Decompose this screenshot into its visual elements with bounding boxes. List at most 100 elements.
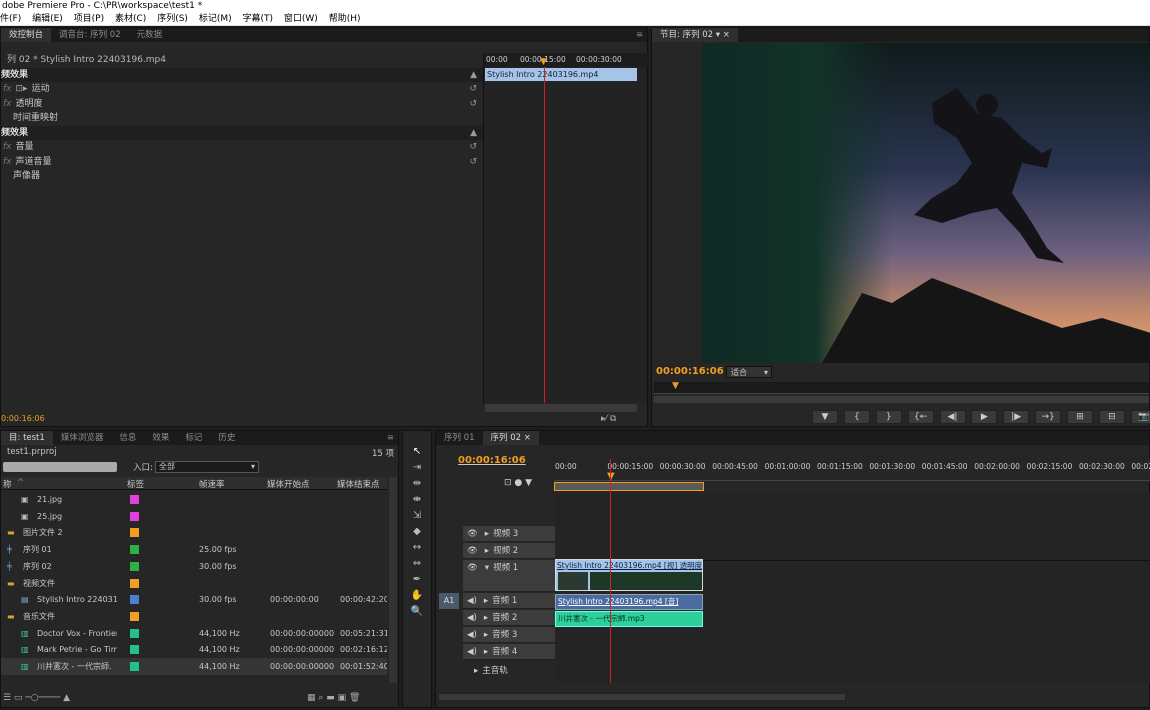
expand-icon[interactable]: ▸ bbox=[484, 596, 488, 606]
expand-icon[interactable]: ▾ bbox=[485, 563, 489, 573]
lift-button[interactable]: ⊞ bbox=[1067, 410, 1093, 424]
play-button[interactable]: ▶ bbox=[971, 410, 998, 424]
track-header[interactable]: ◀) ▸ 音频 1 bbox=[463, 593, 555, 609]
go-to-in-button[interactable]: {← bbox=[907, 410, 934, 424]
effect-panner[interactable]: 声像器 bbox=[1, 169, 483, 184]
razor-icon[interactable]: ◆ bbox=[410, 525, 424, 539]
rolling-edit-icon[interactable]: ⇼ bbox=[410, 493, 424, 507]
label-swatch[interactable] bbox=[130, 595, 139, 605]
dropdown-icon[interactable]: ▾ bbox=[716, 30, 720, 40]
speaker-icon[interactable]: ◀) bbox=[467, 613, 477, 623]
ripple-edit-icon[interactable]: ⇹ bbox=[410, 477, 424, 491]
reset-icon[interactable]: ↺ bbox=[469, 140, 477, 155]
track-header[interactable]: ◀) ▸ 音频 3 bbox=[463, 627, 555, 643]
effect-channel-volume[interactable]: fx 声道音量 ↺ bbox=[1, 155, 483, 170]
label-swatch[interactable] bbox=[130, 611, 139, 621]
close-icon[interactable]: × bbox=[723, 30, 730, 40]
program-timecode[interactable]: 00:00:16:06 bbox=[656, 366, 724, 377]
speaker-icon[interactable]: ◀) bbox=[467, 647, 477, 657]
entry-dropdown[interactable]: 全部 ▾ bbox=[155, 461, 259, 473]
tab-sequence-01[interactable]: 序列 01 bbox=[436, 431, 483, 445]
tab-effect-controls[interactable]: 效控制台 bbox=[1, 28, 52, 42]
close-icon[interactable]: × bbox=[524, 433, 531, 443]
panel-menu-icon[interactable]: ≡ bbox=[387, 433, 398, 443]
project-item[interactable]: ▣ 25.jpg bbox=[1, 508, 387, 525]
project-item[interactable]: ▥ Mark Petrie - Go Time | 44,100 Hz 00:00:0… bbox=[1, 641, 387, 658]
menu-project[interactable]: 项目(P) bbox=[74, 14, 104, 24]
eye-icon[interactable]: 👁 bbox=[467, 529, 478, 539]
video-clip[interactable]: Stylish Intro 22403196.mp4 [视] 透明度: bbox=[555, 559, 703, 591]
tab-project[interactable]: 目: test1 bbox=[1, 431, 53, 445]
track-header[interactable]: 👁 ▸ 视频 3 bbox=[463, 526, 555, 542]
project-item[interactable]: ▥ 川井憲次 - 一代宗師. 44,100 Hz 00:00:00:00000 00:0… bbox=[1, 658, 387, 675]
track-header[interactable]: ◀) ▸ 音频 4 bbox=[463, 644, 555, 660]
menu-edit[interactable]: 编辑(E) bbox=[32, 14, 63, 24]
project-item[interactable]: ╪ 序列 01 25.00 fps bbox=[1, 541, 387, 558]
effect-scrollbar[interactable] bbox=[485, 404, 637, 412]
expand-icon[interactable]: ▸ bbox=[484, 630, 488, 640]
effect-timeline[interactable]: 00:00 00:00:15:00 00:00:30:00 ▼ Stylish … bbox=[483, 53, 648, 403]
program-zoom-bar[interactable] bbox=[654, 396, 1149, 403]
rate-stretch-icon[interactable]: ⇲ bbox=[410, 509, 424, 523]
tab-program[interactable]: 节目: 序列 02 ▾ × bbox=[652, 28, 738, 42]
label-swatch[interactable] bbox=[130, 561, 139, 571]
project-item[interactable]: ▬ 音乐文件 bbox=[1, 608, 387, 625]
label-swatch[interactable] bbox=[130, 645, 139, 655]
menu-file[interactable]: 件(F) bbox=[0, 14, 21, 24]
project-item[interactable]: ▤ Stylish Intro 22403196. 30.00 fps 00:00:0… bbox=[1, 591, 387, 608]
label-swatch[interactable] bbox=[130, 495, 139, 504]
track-header[interactable]: ▸ 主音轨 bbox=[463, 663, 555, 679]
source-track-a1[interactable]: A1 bbox=[439, 593, 459, 609]
project-item[interactable]: ╪ 序列 02 30.00 fps bbox=[1, 558, 387, 575]
menu-help[interactable]: 帮助(H) bbox=[329, 14, 361, 24]
menu-window[interactable]: 窗口(W) bbox=[284, 14, 318, 24]
program-video-frame[interactable] bbox=[702, 43, 1150, 363]
project-item[interactable]: ▥ Doctor Vox - Frontier.n 44,100 Hz 00:00:0… bbox=[1, 625, 387, 642]
mark-in-button[interactable]: { bbox=[843, 410, 870, 424]
go-to-out-button[interactable]: →} bbox=[1035, 410, 1062, 424]
menu-title[interactable]: 字幕(T) bbox=[242, 14, 273, 24]
pen-icon[interactable]: ✒ bbox=[410, 573, 424, 587]
track-header[interactable]: ◀) ▸ 音频 2 bbox=[463, 610, 555, 626]
view-toggle-icon[interactable]: ☰ ▭ ─○──── ▲ bbox=[3, 693, 70, 703]
tab-effects[interactable]: 效果 bbox=[144, 431, 177, 445]
label-swatch[interactable] bbox=[130, 662, 139, 671]
track-select-icon[interactable]: ⇥ bbox=[410, 461, 424, 475]
tab-sequence-02[interactable]: 序列 02 × bbox=[482, 431, 539, 445]
export-frame-button[interactable]: 📷 bbox=[1130, 410, 1150, 424]
label-swatch[interactable] bbox=[130, 528, 139, 538]
zoom-icon[interactable]: 🔍 bbox=[410, 605, 424, 619]
expand-icon[interactable]: ▸ bbox=[485, 546, 489, 556]
playhead-marker-icon[interactable]: ▼ bbox=[672, 381, 679, 391]
tab-info[interactable]: 信息 bbox=[111, 431, 144, 445]
panel-menu-icon[interactable]: ≡ bbox=[636, 30, 647, 40]
music-clip[interactable]: 川井憲次 - 一代宗師.mp3 bbox=[555, 611, 703, 627]
menu-marker[interactable]: 标记(M) bbox=[199, 14, 232, 24]
project-item[interactable]: ▣ 21.jpg bbox=[1, 491, 387, 508]
mark-out-button[interactable]: } bbox=[875, 410, 902, 424]
effect-opacity[interactable]: fx 透明度 ↺ bbox=[1, 97, 483, 112]
step-back-button[interactable]: ◀| bbox=[939, 410, 966, 424]
add-marker-button[interactable]: ▼ bbox=[812, 410, 838, 424]
reset-icon[interactable]: ↺ bbox=[469, 82, 477, 97]
label-swatch[interactable] bbox=[130, 578, 139, 588]
eye-icon[interactable]: 👁 bbox=[467, 546, 478, 556]
track-header[interactable]: 👁 ▾ 视频 1 bbox=[463, 560, 555, 592]
tab-media-browser[interactable]: 媒体浏览器 bbox=[53, 431, 112, 445]
label-swatch[interactable] bbox=[130, 628, 139, 638]
tab-audio-mixer[interactable]: 调音台: 序列 02 bbox=[51, 28, 129, 42]
expand-icon[interactable]: ▸ bbox=[484, 613, 488, 623]
effect-time-remap[interactable]: 时间重映射 bbox=[1, 111, 483, 126]
timeline-scrollbar[interactable] bbox=[438, 693, 846, 701]
sort-icon[interactable]: ^ bbox=[17, 478, 24, 488]
timeline-ruler[interactable]: 00:00 00:00:15:00 00:00:30:00 00:00:45:00 00… bbox=[554, 459, 1150, 481]
slide-icon[interactable]: ⇔ bbox=[410, 557, 424, 571]
effect-clip-bar[interactable]: Stylish Intro 22403196.mp4 bbox=[485, 68, 637, 81]
work-area-bar[interactable] bbox=[554, 482, 704, 491]
tab-metadata[interactable]: 元数据 bbox=[129, 28, 171, 42]
snap-icon[interactable]: ⊡ ● ▼ bbox=[504, 478, 532, 488]
project-scrollbar[interactable] bbox=[389, 477, 397, 683]
audio-effects-section[interactable]: 频效果 ▲ bbox=[1, 125, 483, 140]
project-item[interactable]: ▬ 图片文件 2 bbox=[1, 524, 387, 541]
export-icon[interactable]: ▸⁄ ⧉ bbox=[601, 414, 616, 424]
